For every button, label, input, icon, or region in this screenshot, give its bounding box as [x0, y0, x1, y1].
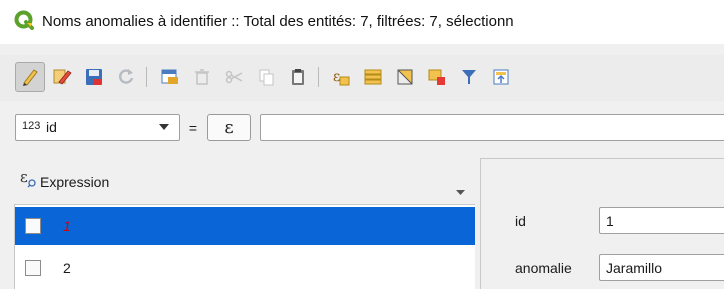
invert-selection-icon	[397, 69, 413, 85]
expression-builder-button[interactable]: ε	[207, 114, 251, 141]
list-item[interactable]: 1	[15, 207, 475, 245]
field-label-anomalie: anomalie	[515, 260, 572, 276]
window-title: Noms anomalies à identifier :: Total des…	[42, 13, 514, 30]
list-item-label: 2	[63, 260, 71, 276]
pencil-icon	[23, 69, 38, 86]
chevron-down-icon[interactable]	[456, 190, 465, 196]
operator-label[interactable]: =	[183, 114, 203, 141]
deselect-icon	[428, 69, 445, 85]
add-row-icon	[161, 69, 178, 84]
expression-select-icon: ε	[333, 69, 350, 86]
toolbar-separator	[146, 67, 147, 87]
field-name-label: id	[46, 119, 57, 135]
invert-selection-button[interactable]	[390, 62, 420, 92]
scissors-icon	[225, 70, 243, 84]
attribute-table-toolbar: ε	[0, 55, 724, 101]
select-all-button[interactable]	[358, 62, 388, 92]
refresh-icon	[119, 69, 134, 84]
svg-text:ε: ε	[20, 168, 28, 186]
feature-list: 1 2	[14, 204, 475, 289]
select-all-icon	[364, 69, 382, 85]
save-edits-button[interactable]	[79, 62, 109, 92]
field-label-id: id	[515, 213, 526, 229]
cut-button[interactable]	[219, 62, 249, 92]
list-item-label: 1	[63, 218, 71, 234]
feature-list-panel: ε Expression 1 2	[0, 160, 475, 289]
expression-icon: ε	[20, 168, 36, 188]
row-checkbox[interactable]	[25, 218, 41, 234]
copy-icon	[259, 69, 274, 86]
toggle-editing-button[interactable]	[15, 62, 45, 92]
add-feature-button[interactable]	[155, 62, 185, 92]
copy-button[interactable]	[251, 62, 281, 92]
list-header-label[interactable]: Expression	[40, 174, 109, 190]
anomalie-field[interactable]: Jaramillo	[599, 254, 724, 281]
save-icon	[86, 69, 102, 85]
list-header: ε Expression	[0, 160, 474, 202]
funnel-icon	[462, 70, 476, 84]
field-selector-combo[interactable]: 123 id	[15, 114, 180, 141]
reload-button[interactable]	[111, 62, 141, 92]
feature-form-panel: id 1 anomalie Jaramillo	[480, 158, 724, 289]
select-by-expression-button[interactable]: ε	[326, 62, 356, 92]
filter-selection-button[interactable]	[454, 62, 484, 92]
clipboard-icon	[292, 69, 304, 85]
multi-edit-button[interactable]	[47, 62, 77, 92]
paste-button[interactable]	[283, 62, 313, 92]
title-bar: Noms anomalies à identifier :: Total des…	[0, 0, 724, 44]
move-selection-top-button[interactable]	[486, 62, 516, 92]
row-checkbox[interactable]	[25, 260, 41, 276]
move-to-top-icon	[493, 69, 509, 85]
multi-edit-pencil-icon	[53, 69, 72, 85]
chevron-down-icon	[159, 124, 169, 130]
filter-value-input[interactable]	[260, 114, 724, 141]
qgis-logo-icon	[14, 10, 34, 30]
trash-icon	[195, 69, 209, 85]
toolbar-separator	[318, 67, 319, 87]
id-field[interactable]: 1	[599, 207, 724, 234]
svg-text:ε: ε	[333, 69, 340, 85]
list-item[interactable]: 2	[15, 249, 475, 287]
field-type-label: 123	[22, 120, 41, 132]
delete-selected-button[interactable]	[187, 62, 217, 92]
deselect-all-button[interactable]	[422, 62, 452, 92]
